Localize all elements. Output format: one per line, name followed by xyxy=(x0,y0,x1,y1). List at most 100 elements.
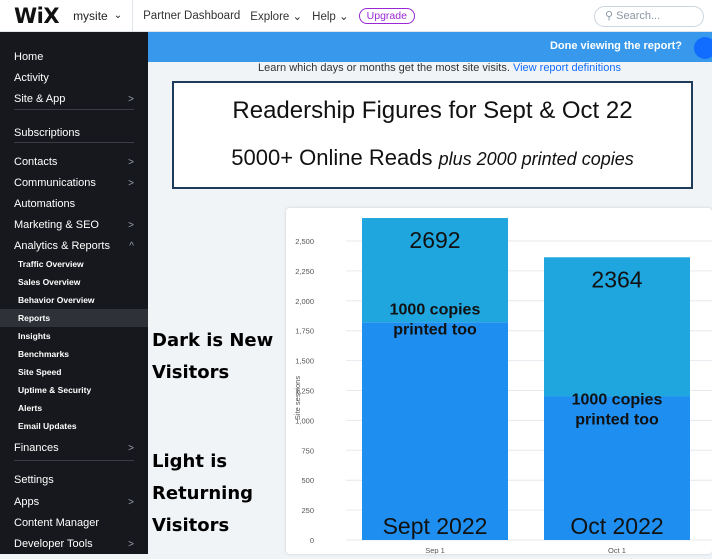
y-tick-label: 2,000 xyxy=(295,297,314,306)
chevron-right-icon: > xyxy=(128,538,134,550)
sidebar-item-label: Email Updates xyxy=(18,421,77,431)
annotation-dark-1: Dark is New xyxy=(152,330,274,351)
sidebar-item-site-app[interactable]: Site & App > xyxy=(0,89,148,109)
title-main: 5000+ Online Reads xyxy=(231,145,433,170)
y-tick-label: 500 xyxy=(301,476,314,485)
sidebar-item-traffic-overview[interactable]: Traffic Overview xyxy=(0,255,148,273)
partner-dashboard-link[interactable]: Partner Dashboard xyxy=(143,10,240,22)
top-bar: WiX mysite ⌄ Partner Dashboard Explore ⌄… xyxy=(0,0,712,32)
bar-chart: 02505007501,0001,2501,5001,7502,0002,250… xyxy=(293,218,712,555)
bar-total-label: 2364 xyxy=(591,266,642,292)
banner-text: Done viewing the report? xyxy=(549,40,682,52)
sidebar-item-label: Subscriptions xyxy=(14,127,81,139)
bar-month-label: Oct 2022 xyxy=(570,513,663,539)
sidebar-item-label: Uptime & Security xyxy=(18,385,92,395)
explore-menu[interactable]: Explore ⌄ xyxy=(250,9,302,23)
sidebar-item-marketing-seo[interactable]: Marketing & SEO > xyxy=(0,215,148,235)
sidebar-divider xyxy=(14,142,134,143)
sidebar-item-home[interactable]: Home xyxy=(0,47,148,67)
site-selector[interactable]: mysite ⌄ xyxy=(73,0,134,32)
sidebar-item-label: Traffic Overview xyxy=(18,259,84,269)
sidebar-divider xyxy=(14,109,134,110)
sidebar-item-email-updates[interactable]: Email Updates xyxy=(0,417,148,435)
sidebar-item-developer-tools[interactable]: Developer Tools > xyxy=(0,534,148,554)
title-italic: plus 2000 printed copies xyxy=(438,149,634,169)
site-name: mysite xyxy=(73,8,108,23)
chart-card: 0 250 500 750 1,000 1,250 1,500 1,750 2,000 2,250… xyxy=(286,208,712,555)
title-line-2: 5000+ Online Reads plus 2000 printed cop… xyxy=(174,145,691,171)
title-line-1: Readership Figures for Sept & Oct 22 xyxy=(232,97,633,124)
sidebar-item-sales-overview[interactable]: Sales Overview xyxy=(0,273,148,291)
sidebar-item-label: Developer Tools xyxy=(14,538,93,550)
sidebar-item-label: Marketing & SEO xyxy=(14,219,99,231)
title-box: Readership Figures for Sept & Oct 22 500… xyxy=(172,81,693,189)
wix-logo[interactable]: WiX xyxy=(14,4,60,28)
sidebar-item-label: Communications xyxy=(14,177,96,189)
help-label: Help xyxy=(312,10,336,23)
sidebar-item-communications[interactable]: Communications > xyxy=(0,173,148,193)
sidebar-item-label: Insights xyxy=(18,331,51,341)
y-tick-label: 750 xyxy=(301,446,314,455)
sidebar-item-benchmarks[interactable]: Benchmarks xyxy=(0,345,148,363)
sidebar-item-label: Home xyxy=(14,51,44,63)
y-tick-label: 2,500 xyxy=(295,237,314,246)
report-definitions-link[interactable]: View report definitions xyxy=(513,62,621,74)
sidebar-item-uptime-security[interactable]: Uptime & Security xyxy=(0,381,148,399)
y-tick-label: 1,500 xyxy=(295,357,314,366)
report-description: Learn which days or months get the most … xyxy=(258,62,621,74)
annotation-dark-2: Visitors xyxy=(152,362,230,383)
sidebar-item-label: Settings xyxy=(14,474,54,486)
y-tick-label: 250 xyxy=(301,506,314,515)
sidebar-item-analytics-reports[interactable]: Analytics & Reports ^ xyxy=(0,236,148,256)
sidebar-item-label: Behavior Overview xyxy=(18,295,95,305)
chevron-down-icon: ⌄ xyxy=(113,10,123,21)
sidebar-item-site-speed[interactable]: Site Speed xyxy=(0,363,148,381)
upgrade-button[interactable]: Upgrade xyxy=(358,7,415,24)
y-tick-label: 2,250 xyxy=(295,267,314,276)
bar-note-label: 1000 copies xyxy=(572,391,663,408)
sidebar-item-contacts[interactable]: Contacts > xyxy=(0,152,148,172)
sidebar-item-label: Apps xyxy=(14,496,40,508)
bar-note-label: 1000 copies xyxy=(390,301,481,318)
sidebar-item-insights[interactable]: Insights xyxy=(0,327,148,345)
y-axis-label: Site sessions xyxy=(293,376,302,420)
sidebar-item-label: Activity xyxy=(14,72,49,84)
sidebar-item-label: Alerts xyxy=(18,403,43,413)
banner-button[interactable] xyxy=(694,37,712,59)
search-input[interactable]: ⚲ Search... xyxy=(594,6,704,27)
annotation-light-3: Visitors xyxy=(152,515,230,536)
bar-note-label: printed too xyxy=(393,321,477,338)
sidebar-item-reports[interactable]: Reports xyxy=(0,309,148,327)
help-menu[interactable]: Help ⌄ xyxy=(312,9,349,23)
chevron-right-icon: > xyxy=(128,496,134,508)
bar-note-label: printed too xyxy=(575,411,659,428)
description-text: Learn which days or months get the most … xyxy=(258,62,510,74)
x-tick-label: Oct 1 xyxy=(608,546,626,554)
search-placeholder: Search... xyxy=(616,10,661,22)
sidebar-item-label: Contacts xyxy=(14,156,58,168)
bar-segment xyxy=(362,322,508,540)
sidebar-item-content-manager[interactable]: Content Manager xyxy=(0,513,148,533)
sidebar-item-label: Sales Overview xyxy=(18,277,81,287)
sidebar: Home Activity Site & App > Subscriptions Cont… xyxy=(0,32,148,554)
chevron-down-icon: ⌄ xyxy=(292,10,303,23)
sidebar-item-label: Analytics & Reports xyxy=(14,240,110,252)
bar-total-label: 2692 xyxy=(409,227,460,253)
chevron-right-icon: > xyxy=(128,93,134,105)
bar-month-label: Sept 2022 xyxy=(383,513,488,539)
sidebar-item-finances[interactable]: Finances > xyxy=(0,438,148,458)
sidebar-item-activity[interactable]: Activity xyxy=(0,68,148,88)
sidebar-item-label: Automations xyxy=(14,198,76,210)
sidebar-item-apps[interactable]: Apps > xyxy=(0,492,148,512)
sidebar-item-settings[interactable]: Settings xyxy=(0,470,148,490)
sidebar-item-label: Site & App xyxy=(14,93,66,105)
sidebar-item-alerts[interactable]: Alerts xyxy=(0,399,148,417)
sidebar-item-automations[interactable]: Automations xyxy=(0,194,148,214)
sidebar-item-subscriptions[interactable]: Subscriptions xyxy=(0,122,148,144)
search-icon: ⚲ xyxy=(605,10,614,22)
chevron-right-icon: > xyxy=(128,177,134,189)
annotation-light-2: Returning xyxy=(152,483,254,504)
sidebar-item-label: Reports xyxy=(18,313,51,323)
sidebar-item-behavior-overview[interactable]: Behavior Overview xyxy=(0,291,148,309)
y-tick-label: 0 xyxy=(310,536,314,545)
